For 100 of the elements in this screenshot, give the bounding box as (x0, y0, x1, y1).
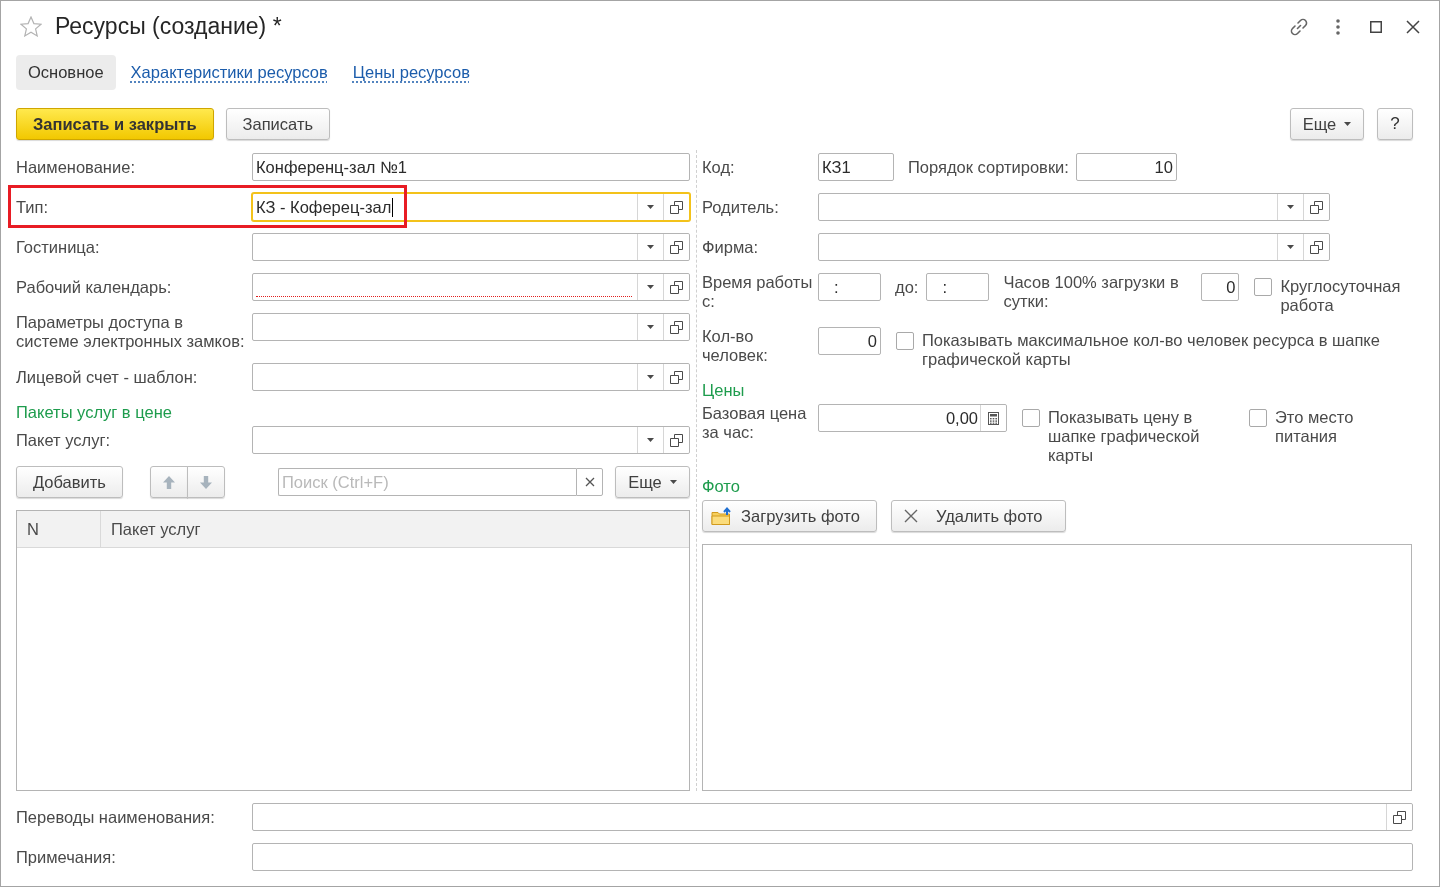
open-icon (670, 200, 683, 214)
more-button[interactable]: Еще (615, 466, 690, 498)
text-field[interactable] (252, 843, 1413, 871)
field-label: Тип: (16, 197, 49, 217)
field-label: Кол-во человек: (702, 327, 769, 365)
open-button[interactable] (663, 274, 689, 300)
number-field[interactable]: 0 (1201, 273, 1240, 301)
field-label: до: (895, 277, 919, 297)
open-icon (670, 433, 683, 447)
field-label: Параметры доступа в системе электронных замков: (16, 313, 246, 351)
field-label: Часов 100% загрузки в сутки: (1003, 273, 1180, 311)
tab[interactable]: Цены ресурсов (352, 55, 470, 90)
close-icon[interactable] (1406, 19, 1420, 34)
field-label: Пакет услуг: (16, 430, 110, 450)
field-label: Время работы с: (702, 273, 814, 311)
number-field[interactable]: 0 (818, 327, 881, 355)
field-label: Примечания: (16, 847, 116, 867)
tab[interactable]: Характеристики ресурсов (130, 55, 328, 90)
more-button[interactable]: Еще (1290, 108, 1364, 140)
open-icon (1310, 200, 1323, 214)
group-title: Фото (702, 477, 740, 496)
save-button[interactable]: Записать и закрыть (16, 108, 214, 140)
group-title: Цены (702, 381, 745, 400)
caret-icon (1344, 122, 1352, 126)
time-field[interactable]: : (926, 273, 990, 301)
open-icon (670, 240, 683, 254)
checkbox-label[interactable]: Показывать максимальное кол-во человек ресурса в шапке графической карты (922, 331, 1412, 369)
caret-icon (647, 285, 654, 289)
add-button[interactable]: Добавить (16, 466, 123, 498)
dropdown-field[interactable] (818, 193, 1330, 221)
tab[interactable]: Основное (16, 55, 116, 90)
caret-icon (1287, 245, 1294, 249)
dropdown-field[interactable] (252, 233, 690, 261)
upload-button[interactable]: Загрузить фото (702, 500, 877, 532)
field-label: Родитель: (702, 197, 779, 217)
dropdown-field[interactable] (252, 313, 690, 341)
arrow-up-icon (161, 474, 176, 490)
number-field[interactable]: 10 (1075, 153, 1177, 181)
dropdown-field[interactable] (252, 363, 690, 391)
help-button[interactable]: ? (1377, 108, 1413, 140)
open-button[interactable] (1303, 234, 1329, 260)
dropdown-field[interactable] (252, 426, 690, 454)
window-title: Ресурсы (создание) * (55, 13, 282, 40)
open-button[interactable] (663, 314, 689, 340)
group-title: Пакеты услуг в цене (16, 403, 172, 422)
open-button[interactable] (1303, 194, 1329, 220)
field-label: Фирма: (702, 237, 759, 257)
open-button[interactable] (663, 427, 689, 453)
star-icon[interactable] (20, 16, 42, 37)
checkbox-label[interactable]: Показывать цену в шапке графической карты (1048, 408, 1223, 465)
caret-icon (647, 205, 654, 209)
maximize-icon[interactable] (1370, 20, 1382, 33)
field-label: Рабочий календарь: (16, 277, 172, 297)
calculator-button[interactable] (980, 405, 1006, 431)
checkbox[interactable] (1022, 409, 1040, 427)
search-field[interactable]: Поиск (Ctrl+F) (278, 468, 576, 496)
checkbox[interactable] (896, 332, 914, 350)
caret-icon (647, 245, 654, 249)
open-button[interactable] (663, 194, 689, 220)
checkbox[interactable] (1249, 409, 1267, 427)
checkbox-label[interactable]: Круглосуточная работа (1280, 277, 1412, 315)
caret-icon (669, 480, 677, 484)
caret-icon (647, 438, 654, 442)
checkbox[interactable] (1254, 278, 1273, 296)
folder-upload-icon (711, 506, 733, 526)
open-button[interactable] (1386, 804, 1412, 830)
open-button[interactable] (663, 234, 689, 260)
field-label: Наименование: (16, 157, 135, 177)
clear-button[interactable] (576, 468, 603, 496)
dropdown-field[interactable] (818, 233, 1330, 261)
dropdown-field[interactable]: КЗ - Коферец-зал (252, 193, 690, 221)
close-icon (904, 509, 918, 523)
open-icon (670, 320, 683, 334)
time-field[interactable]: : (818, 273, 881, 301)
column-header[interactable]: N (17, 511, 101, 547)
open-icon (670, 280, 683, 294)
caret-icon (647, 325, 654, 329)
column-header[interactable]: Пакет услуг (101, 511, 689, 547)
field-label: Порядок сортировки: (908, 157, 1069, 177)
open-button[interactable] (663, 364, 689, 390)
link-icon[interactable] (1289, 16, 1309, 37)
text-field[interactable]: Конференц-зал №1 (252, 153, 690, 181)
code-field[interactable]: КЗ1 (818, 153, 894, 181)
delete-button[interactable]: Удалить фото (891, 500, 1066, 532)
number-field[interactable]: 0,00 (818, 404, 1007, 432)
text-field[interactable] (252, 803, 1413, 831)
caret-icon (647, 375, 654, 379)
checkbox-label[interactable]: Это место питания (1275, 408, 1375, 446)
save-button[interactable]: Записать (225, 108, 331, 140)
field-label: Гостиница: (16, 237, 100, 257)
open-icon (1393, 810, 1406, 824)
field-label: Переводы наименования: (16, 807, 215, 827)
open-icon (670, 370, 683, 384)
dropdown-field[interactable] (252, 273, 690, 301)
calculator-icon (988, 411, 999, 425)
clear-icon (584, 477, 595, 487)
open-icon (1310, 240, 1323, 254)
field-label: Лицевой счет - шаблон: (16, 367, 198, 387)
arrow-down-icon (198, 474, 213, 490)
more-icon[interactable] (1336, 18, 1340, 35)
